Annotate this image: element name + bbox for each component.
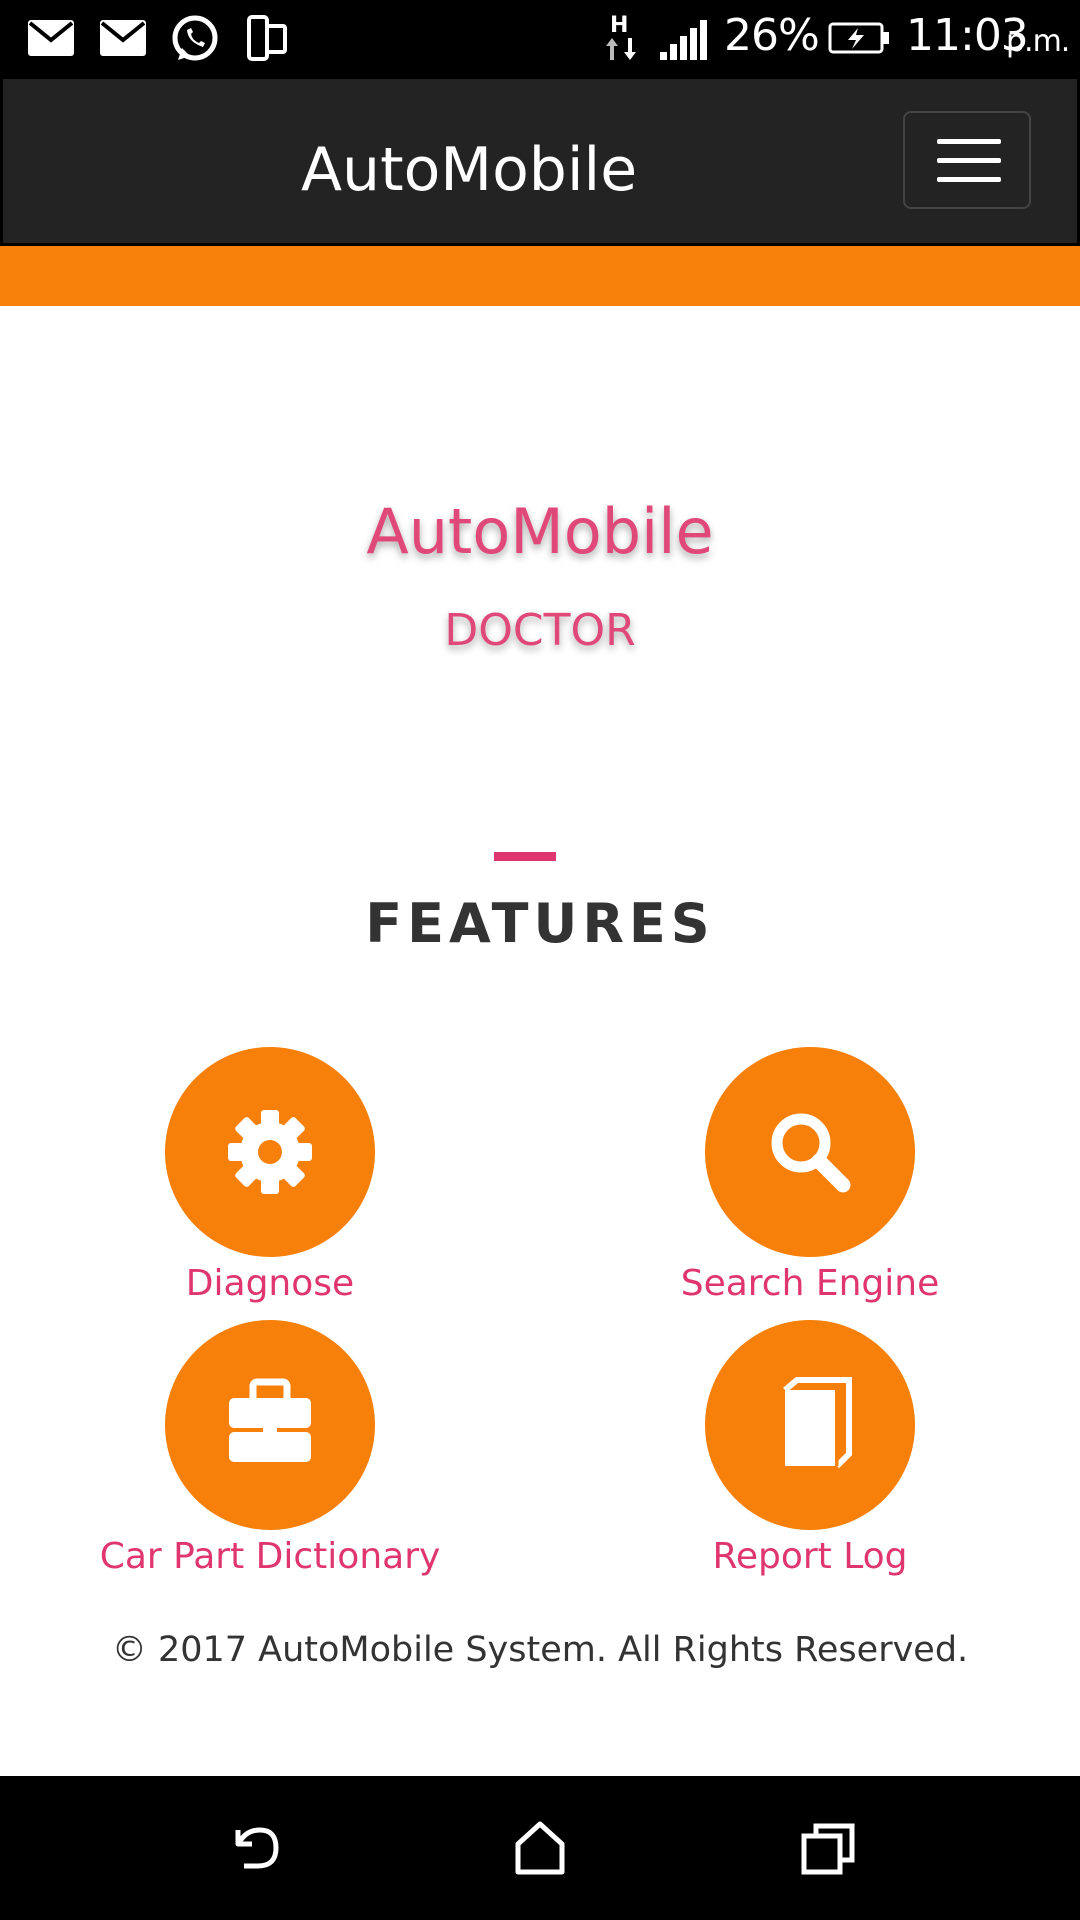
system-nav-bar: [0, 1776, 1080, 1920]
screen-rotate-icon: [247, 15, 287, 61]
recents-icon[interactable]: [798, 1818, 858, 1878]
feature-report-log[interactable]: Report Log: [610, 1320, 1010, 1577]
mail-icon: [100, 20, 146, 56]
footer-copyright: © 2017 AutoMobile System. All Rights Res…: [111, 1630, 969, 1670]
gear-icon: [228, 1110, 312, 1194]
feature-label[interactable]: Car Part Dictionary: [70, 1536, 470, 1577]
hamburger-menu-line: [937, 177, 1001, 182]
mail-icon: [28, 20, 74, 56]
feature-label[interactable]: Diagnose: [70, 1263, 470, 1304]
hero-title: AutoMobile: [366, 495, 714, 568]
feature-circle[interactable]: [705, 1320, 915, 1530]
back-icon[interactable]: [226, 1818, 286, 1878]
feature-circle[interactable]: [705, 1047, 915, 1257]
clock-suffix: p.m.: [1006, 24, 1070, 59]
book-icon: [783, 1377, 852, 1469]
search-icon: [771, 1113, 851, 1193]
section-divider: [494, 852, 556, 861]
feature-label[interactable]: Search Engine: [610, 1263, 1010, 1304]
svg-text:H: H: [610, 13, 628, 38]
hamburger-menu-icon: [937, 139, 1001, 144]
status-bar: H 26% 11:03 p.m.: [0, 0, 1080, 76]
feature-label[interactable]: Report Log: [610, 1536, 1010, 1577]
hamburger-menu-button[interactable]: [903, 111, 1031, 209]
network-h-icon: H: [606, 13, 636, 60]
app-bar: AutoMobile: [0, 76, 1080, 246]
feature-search-engine[interactable]: Search Engine: [610, 1047, 1010, 1304]
accent-strip: [0, 246, 1080, 306]
battery-percent: 26%: [724, 10, 820, 61]
features-heading: FEATURES: [365, 892, 715, 955]
feature-circle[interactable]: [165, 1047, 375, 1257]
signal-icon: [660, 20, 707, 60]
hero-subtitle: DOCTOR: [444, 605, 636, 656]
briefcase-icon: [229, 1378, 311, 1462]
feature-car-part-dictionary[interactable]: Car Part Dictionary: [70, 1320, 470, 1577]
app-brand[interactable]: AutoMobile: [301, 135, 637, 205]
feature-circle[interactable]: [165, 1320, 375, 1530]
feature-diagnose[interactable]: Diagnose: [70, 1047, 470, 1304]
hamburger-menu-line: [937, 158, 1001, 163]
whatsapp-icon: [172, 15, 218, 61]
battery-charging-icon: [828, 22, 889, 54]
home-icon[interactable]: [510, 1818, 570, 1878]
